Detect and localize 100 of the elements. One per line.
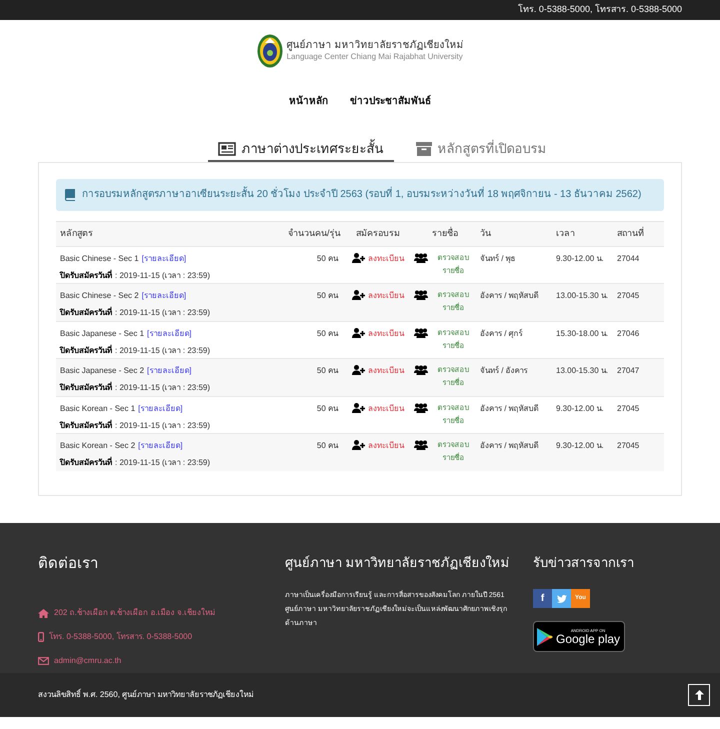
newspaper-icon (218, 142, 236, 156)
org-name-english: Language Center Chiang Mai Rajabhat University (286, 51, 464, 62)
room-number: 27046 (617, 328, 640, 340)
home-icon (38, 608, 49, 618)
register-link[interactable]: ลงทะเบียน (346, 440, 410, 452)
course-name: Basic Korean - Sec 2 (60, 440, 136, 452)
envelope-icon (38, 657, 49, 665)
user-plus-icon (352, 252, 365, 262)
class-time: 9.30-12.00 น. (556, 402, 605, 414)
university-emblem (256, 34, 283, 68)
users-icon (414, 290, 428, 300)
column-header: วัน (480, 226, 492, 240)
archive-box-icon (416, 142, 432, 156)
class-time: 9.30-12.00 น. (556, 252, 605, 264)
class-days: อังคาร / พฤหัสบดี (480, 440, 556, 452)
user-plus-icon (352, 440, 365, 450)
closing-label: ปิดรับสมัครวันที่ (60, 420, 112, 432)
closing-label: ปิดรับสมัครวันที่ (60, 270, 112, 282)
column-header: สมัครอบรม (355, 226, 401, 240)
phone-text: โทร. 0-5388-5000, โทรสาร. 0-5388-5000 (49, 631, 192, 643)
details-link[interactable]: [รายละเอียด] (138, 402, 183, 414)
users-icon (414, 402, 428, 412)
seat-count: 50 คน (316, 290, 340, 302)
closing-date: : 2019-11-15 (เวลา : 23:59) (115, 457, 210, 469)
course-name: Basic Japanese - Sec 2 (60, 365, 144, 377)
closing-label: ปิดรับสมัครวันที่ (60, 457, 112, 469)
closing-date: : 2019-11-15 (เวลา : 23:59) (115, 344, 210, 356)
course-name: Basic Chinese - Sec 2 (60, 290, 139, 302)
room-number: 27044 (617, 252, 640, 264)
nav-link[interactable]: ข่าวประชาสัมพันธ์ (350, 94, 431, 109)
closing-date: : 2019-11-15 (เวลา : 23:59) (115, 270, 210, 282)
users-icon (414, 252, 428, 262)
closing-date: : 2019-11-15 (เวลา : 23:59) (115, 420, 210, 432)
class-time: 15.30-18.00 น. (556, 328, 610, 340)
course-name: Basic Japanese - Sec 1 (60, 328, 144, 340)
room-number: 27047 (617, 365, 640, 377)
details-link[interactable]: [รายละเอียด] (142, 290, 186, 302)
column-header: รายชื่อ (431, 226, 459, 240)
footer-heading: ติดต่อเรา (38, 554, 99, 574)
column-header: เวลา (556, 226, 576, 240)
seat-count: 50 คน (316, 402, 340, 414)
details-link[interactable]: [รายละเอียด] (147, 365, 192, 377)
closing-label: ปิดรับสมัครวันที่ (60, 344, 112, 356)
closing-label: ปิดรับสมัครวันที่ (60, 307, 112, 319)
seat-count: 50 คน (316, 365, 340, 377)
class-time: 9.30-12.00 น. (556, 440, 605, 452)
address-text: 202 ถ.ช้างเผือก ต.ช้างเผือก อ.เมือง จ.เชียงใหม่ (54, 607, 216, 619)
details-link[interactable]: [รายละเอียด] (142, 252, 186, 264)
room-number: 27045 (617, 440, 640, 452)
details-link[interactable]: [รายละเอียด] (138, 440, 183, 452)
nav-link[interactable]: หน้าหลัก (289, 94, 328, 109)
user-plus-icon (352, 328, 365, 338)
user-plus-icon (352, 365, 365, 375)
class-time: 13.00-15.30 น. (556, 365, 610, 377)
facebook-button[interactable]: f (533, 589, 552, 608)
users-icon (414, 440, 428, 450)
alert-text: การอบรมหลักสูตรภาษาอาเซียนระยะสั้น 20 ชั่วโมง ประจำปี 2563 (รอบที่ 1, อบรมระหว่างวันที่ 18 พฤศจิกายน - 13 ธันวาคม 2562) (82, 187, 642, 202)
register-link[interactable]: ลงทะเบียน (346, 252, 410, 264)
arrow-up-icon (694, 690, 704, 700)
class-days: จันทร์ / อังคาร (480, 365, 556, 377)
badge-title: Google play (556, 632, 620, 644)
class-time: 13.00-15.30 น. (556, 290, 610, 302)
back-to-top-button[interactable] (688, 684, 710, 706)
email-link[interactable]: admin@cmru.ac.th (54, 655, 122, 667)
course-name: Basic Korean - Sec 1 (60, 402, 136, 414)
users-icon (414, 328, 428, 338)
footer-heading: รับข่าวสารจากเรา (533, 554, 635, 572)
closing-date: : 2019-11-15 (เวลา : 23:59) (115, 382, 210, 394)
mobile-phone-icon (38, 632, 44, 642)
column-header: หลักสูตร (59, 226, 94, 240)
room-number: 27045 (617, 290, 640, 302)
play-triangle-icon (537, 628, 553, 646)
register-link[interactable]: ลงทะเบียน (346, 365, 410, 377)
users-icon (414, 365, 428, 375)
class-days: อังคาร / พฤหัสบดี (480, 290, 556, 302)
register-link[interactable]: ลงทะเบียน (346, 328, 410, 340)
seat-count: 50 คน (316, 328, 340, 340)
column-header: จำนวนคน/รุ่น (288, 226, 342, 240)
book-icon (64, 188, 76, 201)
class-days: อังคาร / ศุกร์ (480, 328, 556, 340)
contact-info: โทร. 0-5388-5000, โทรสาร. 0-5388-5000 (518, 3, 682, 16)
user-plus-icon (352, 290, 365, 300)
copyright-text: สงวนลิขสิทธิ์ พ.ศ. 2560, ศูนย์ภาษา มหาวิทยาลัยราชภัฏเชียงใหม่ (38, 688, 254, 700)
details-link[interactable]: [รายละเอียด] (147, 328, 192, 340)
tab[interactable]: ภาษาต่างประเทศระยะสั้น (208, 139, 394, 162)
org-name-thai: ศูนย์ภาษา มหาวิทยาลัยราชภัฏเชียงใหม่ (286, 40, 464, 51)
bird-icon (556, 594, 566, 602)
course-name: Basic Chinese - Sec 1 (60, 252, 139, 264)
user-plus-icon (352, 402, 365, 412)
class-days: จันทร์ / พุธ (480, 252, 556, 264)
closing-date: : 2019-11-15 (เวลา : 23:59) (115, 307, 210, 319)
class-days: อังคาร / พฤหัสบดี (480, 402, 556, 414)
register-link[interactable]: ลงทะเบียน (346, 290, 410, 302)
register-link[interactable]: ลงทะเบียน (346, 402, 410, 414)
closing-label: ปิดรับสมัครวันที่ (60, 382, 112, 394)
seat-count: 50 คน (316, 440, 340, 452)
column-header: สถานที่ (617, 226, 645, 240)
tab[interactable]: หลักสูตรที่เปิดอบรม (406, 139, 556, 162)
footer-heading: ศูนย์ภาษา มหาวิทยาลัยราชภัฏเชียงใหม่ (285, 554, 511, 572)
seat-count: 50 คน (316, 252, 340, 264)
